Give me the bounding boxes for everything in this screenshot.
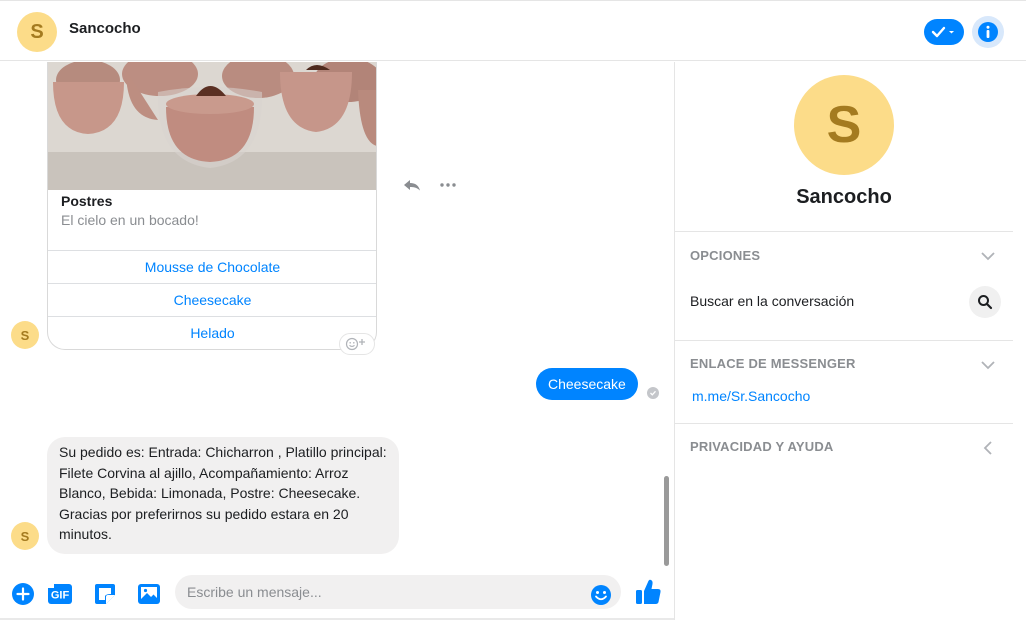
incoming-message[interactable]: Su pedido es: Entrada: Chicharron , Plat… <box>47 437 399 554</box>
card-title: Postres <box>61 193 113 209</box>
messenger-app: S Sancocho Postres El cielo en un bocado… <box>0 0 1026 620</box>
outgoing-message[interactable]: Cheesecake <box>536 368 638 400</box>
gif-label: GIF <box>51 590 70 602</box>
thumbs-up-icon <box>636 579 661 604</box>
add-button[interactable] <box>9 580 37 608</box>
avatar[interactable]: S <box>11 321 39 349</box>
divider <box>675 423 1013 424</box>
conversation-header: S Sancocho <box>0 0 1026 61</box>
gif-button[interactable]: GIF <box>46 580 74 608</box>
check-icon <box>650 390 656 396</box>
chevron-down-icon[interactable] <box>980 248 996 264</box>
photo-button[interactable] <box>135 580 163 608</box>
sticker-icon <box>95 584 115 604</box>
options-section-title[interactable]: OPCIONES <box>690 248 760 263</box>
reply-button[interactable] <box>401 176 423 194</box>
conversation-info-panel: S Sancocho OPCIONES Buscar en la convers… <box>674 62 1013 620</box>
avatar[interactable]: S <box>17 12 57 52</box>
checkmark-dropdown-icon <box>931 26 954 38</box>
avatar[interactable]: S <box>11 522 39 550</box>
like-button[interactable] <box>634 578 662 606</box>
add-reaction-icon <box>345 337 365 351</box>
mark-done-button[interactable] <box>924 19 964 45</box>
dessert-image <box>48 62 376 190</box>
gif-icon: GIF <box>46 582 72 604</box>
contact-name: Sancocho <box>796 186 892 208</box>
chevron-left-icon[interactable] <box>980 440 996 456</box>
sticker-button[interactable] <box>91 580 119 608</box>
plus-icon <box>12 583 34 605</box>
seen-indicator <box>647 387 659 399</box>
info-button[interactable] <box>972 16 1004 48</box>
chocolate-mousse-photo <box>48 62 376 190</box>
scrollbar[interactable] <box>664 476 669 566</box>
reaction-button[interactable] <box>339 333 375 355</box>
search-icon <box>978 295 993 310</box>
messenger-link-section-title[interactable]: ENLACE DE MESSENGER <box>690 356 856 371</box>
more-icon <box>440 183 456 187</box>
messenger-link[interactable]: m.me/Sr.Sancocho <box>692 388 810 404</box>
composer: GIF <box>0 572 674 620</box>
card-subtitle: El cielo en un bocado! <box>61 212 199 228</box>
info-icon <box>978 22 998 42</box>
helado-button[interactable]: Helado <box>48 316 376 349</box>
more-options-button[interactable] <box>437 176 459 194</box>
divider <box>675 340 1013 341</box>
reply-icon <box>404 180 420 191</box>
divider <box>675 231 1013 232</box>
search-in-conversation[interactable]: Buscar en la conversación <box>690 293 854 309</box>
chevron-down-icon[interactable] <box>980 357 996 373</box>
message-input[interactable] <box>175 575 621 609</box>
generic-template-card: Postres El cielo en un bocado! Mousse de… <box>47 62 377 350</box>
search-button[interactable] <box>969 286 1001 318</box>
mousse-button[interactable]: Mousse de Chocolate <box>48 250 376 283</box>
smiley-icon <box>591 585 611 605</box>
image-icon <box>138 584 160 604</box>
emoji-button[interactable] <box>587 581 615 609</box>
cheesecake-button[interactable]: Cheesecake <box>48 283 376 316</box>
privacy-section-title[interactable]: PRIVACIDAD Y AYUDA <box>690 439 834 454</box>
conversation-title[interactable]: Sancocho <box>69 20 141 37</box>
avatar[interactable]: S <box>794 75 894 175</box>
